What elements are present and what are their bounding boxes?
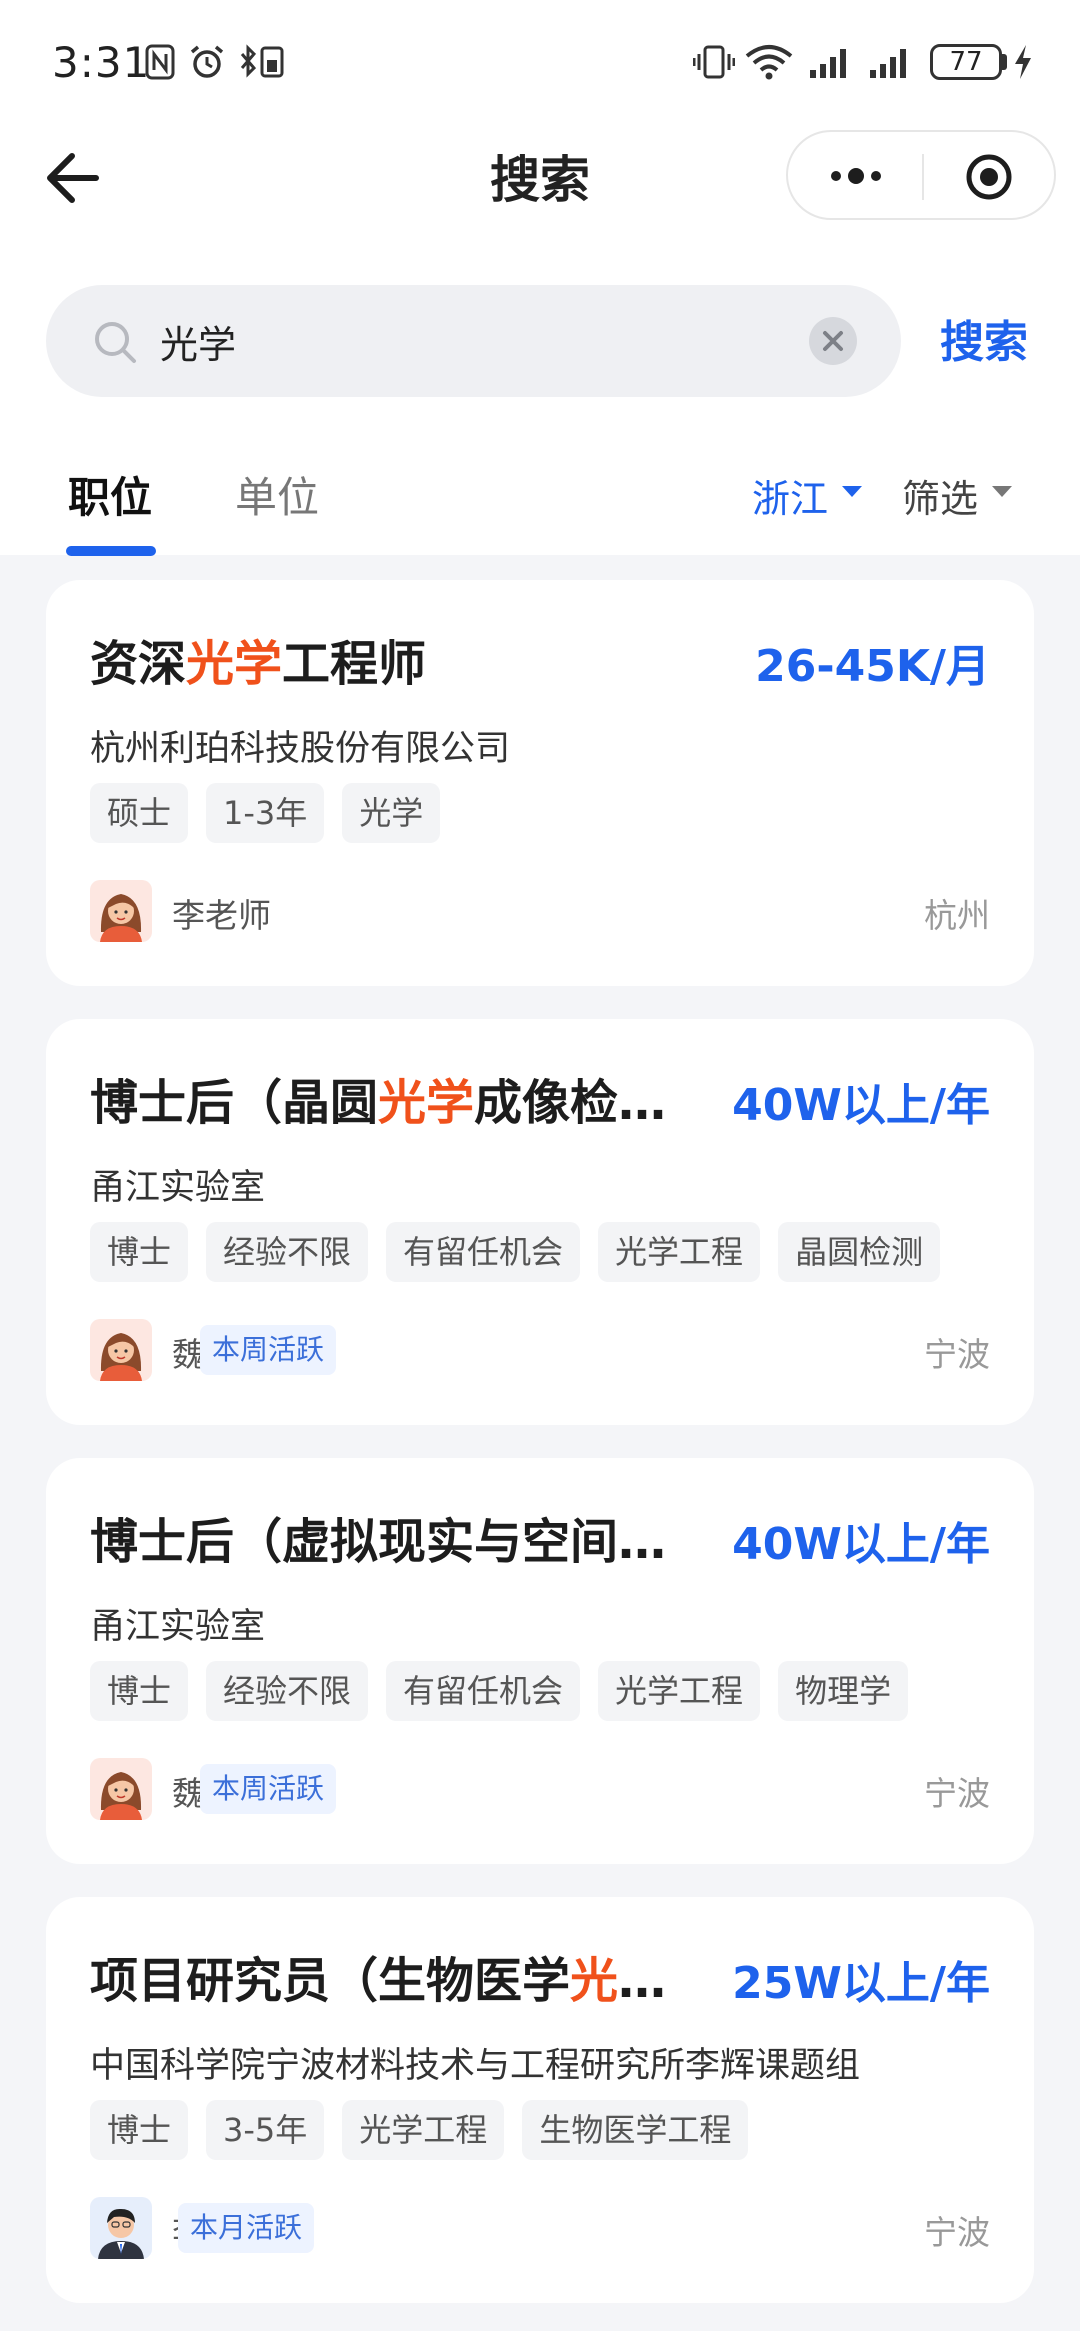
job-tag: 光学工程 — [598, 1661, 761, 1721]
tab-organizations[interactable]: 单位 — [235, 464, 319, 525]
search-icon — [95, 322, 136, 363]
job-tag: 3-5年 — [206, 2100, 325, 2160]
activity-badge: 本周活跃 — [200, 1325, 337, 1375]
job-salary: 26-45K/月 — [755, 641, 990, 692]
activity-badge: 本周活跃 — [200, 1764, 337, 1814]
clear-icon[interactable] — [808, 316, 858, 366]
job-title-prefix: 资深 — [90, 636, 187, 692]
job-title: 资深光学工程师 — [90, 624, 426, 694]
status-time: 3:31 — [52, 38, 151, 87]
tab-positions[interactable]: 职位 — [68, 464, 152, 525]
job-city: 宁波 — [924, 1774, 990, 1813]
tab-active-indicator — [66, 546, 156, 556]
battery-tip — [1002, 54, 1007, 70]
job-title-suffix: … — [618, 1953, 667, 2009]
job-tag: 物理学 — [778, 1661, 909, 1721]
job-company: 杭州利珀科技股份有限公司 — [90, 729, 511, 769]
female-avatar-icon — [90, 1319, 152, 1381]
job-city: 宁波 — [924, 2213, 990, 2252]
job-tag: 经验不限 — [206, 1222, 369, 1282]
job-title: 项目研究员（生物医学光… — [90, 1941, 666, 2011]
job-salary: 25W以上/年 — [732, 1958, 990, 2009]
job-title-suffix: 成像检… — [474, 1075, 667, 1131]
job-tag: 硕士 — [90, 783, 189, 843]
signal-icon-2 — [870, 49, 906, 78]
job-tag: 经验不限 — [206, 1661, 369, 1721]
job-tags: 博士 经验不限 有留任机会 光学工程 物理学 — [90, 1661, 909, 1721]
status-bar: 3:31 77 — [0, 0, 1080, 124]
close-miniprogram-icon[interactable] — [964, 152, 1014, 202]
battery-indicator: 77 — [930, 44, 1002, 80]
job-tag: 博士 — [90, 2100, 189, 2160]
job-salary: 40W以上/年 — [732, 1519, 990, 1570]
more-icon[interactable] — [824, 156, 888, 196]
signal-icon — [810, 49, 846, 78]
bluetooth-battery-icon — [240, 44, 284, 78]
job-tag: 晶圆检测 — [778, 1222, 941, 1282]
nfc-icon — [145, 44, 175, 80]
job-card[interactable]: 博士后（虚拟现实与空间… 40W以上/年 甬江实验室 博士 经验不限 有留任机会 光学… — [46, 1458, 1034, 1864]
mini-program-capsule — [786, 130, 1056, 220]
job-title-prefix: 博士后（虚拟现实与空间… — [90, 1514, 667, 1570]
job-tag: 光学工程 — [342, 2100, 505, 2160]
job-tag: 光学工程 — [598, 1222, 761, 1282]
activity-badge: 本月活跃 — [178, 2203, 315, 2253]
region-dropdown-icon[interactable] — [842, 486, 862, 497]
job-title-highlight: 光 — [570, 1953, 619, 2009]
female-avatar-icon — [90, 880, 152, 942]
job-title-suffix: 工程师 — [282, 636, 427, 692]
job-title-prefix: 博士后（晶圆 — [90, 1075, 379, 1131]
job-company: 甬江实验室 — [90, 1607, 266, 1647]
capsule-divider — [922, 154, 924, 200]
female-avatar-icon — [90, 1758, 152, 1820]
region-filter[interactable]: 浙江 — [752, 468, 828, 523]
job-salary: 40W以上/年 — [732, 1080, 990, 1131]
job-tag: 1-3年 — [206, 783, 325, 843]
job-title: 博士后（虚拟现实与空间… — [90, 1502, 666, 1572]
job-title: 博士后（晶圆光学成像检… — [90, 1063, 666, 1133]
job-card[interactable]: 博士后（晶圆光学成像检… 40W以上/年 甬江实验室 博士 经验不限 有留任机会 光学… — [46, 1019, 1034, 1425]
job-company: 甬江实验室 — [90, 1168, 266, 1208]
job-title-highlight: 光学 — [378, 1075, 475, 1131]
job-card[interactable]: 项目研究员（生物医学光… 25W以上/年 中国科学院宁波材料技术与工程研究所李辉… — [46, 1897, 1034, 2303]
job-city: 杭州 — [924, 896, 990, 935]
job-title-prefix: 项目研究员（生物医学 — [90, 1953, 571, 2009]
job-tag: 博士 — [90, 1222, 189, 1282]
search-input[interactable] — [160, 305, 800, 377]
charging-icon — [1015, 45, 1031, 79]
recruiter-name: 李老师 — [172, 896, 271, 935]
male-avatar-icon — [90, 2197, 152, 2259]
job-tag: 光学 — [342, 783, 441, 843]
job-tags: 硕士 1-3年 光学 — [90, 783, 441, 843]
job-card[interactable]: 资深光学工程师 26-45K/月 杭州利珀科技股份有限公司 硕士 1-3年 光学 李… — [46, 580, 1034, 986]
filter-dropdown-icon[interactable] — [992, 486, 1012, 497]
search-button[interactable]: 搜索 — [940, 306, 1028, 370]
job-tags: 博士 经验不限 有留任机会 光学工程 晶圆检测 — [90, 1222, 941, 1282]
job-title-highlight: 光学 — [186, 636, 283, 692]
job-tags: 博士 3-5年 光学工程 生物医学工程 — [90, 2100, 749, 2160]
wifi-icon — [745, 45, 793, 80]
job-tag: 有留任机会 — [386, 1222, 581, 1282]
alarm-icon — [190, 45, 224, 78]
filter-button[interactable]: 筛选 — [902, 468, 978, 523]
job-tag: 生物医学工程 — [522, 2100, 749, 2160]
vibrate-icon — [693, 45, 735, 79]
search-box — [46, 285, 901, 397]
job-company: 中国科学院宁波材料技术与工程研究所李辉课题组 — [90, 2046, 861, 2086]
job-tag: 博士 — [90, 1661, 189, 1721]
job-tag: 有留任机会 — [386, 1661, 581, 1721]
job-city: 宁波 — [924, 1335, 990, 1374]
